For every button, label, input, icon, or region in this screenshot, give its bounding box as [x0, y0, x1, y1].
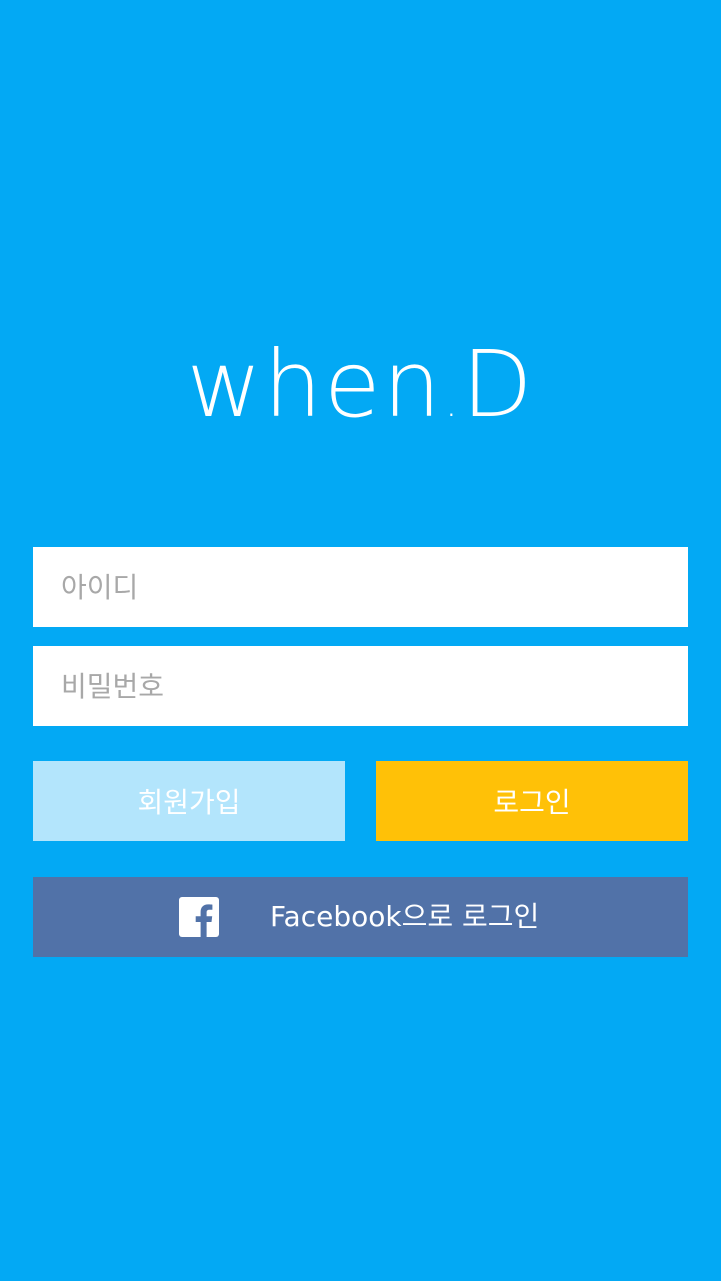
- login-button[interactable]: 로그인: [376, 761, 688, 841]
- signup-button-label: 회원가입: [137, 786, 241, 819]
- facebook-button-label: Facebook으로 로그인: [270, 900, 540, 933]
- signup-button[interactable]: 회원가입: [33, 761, 345, 841]
- logo-text-end: D: [461, 331, 535, 438]
- facebook-icon: [179, 897, 219, 937]
- facebook-login-button[interactable]: Facebook으로 로그인: [33, 877, 688, 957]
- login-screen: when.D 회원가입 로그인 Facebook으로 로그인: [0, 0, 721, 1281]
- logo-text-main: when: [186, 331, 443, 438]
- username-input[interactable]: [33, 547, 688, 627]
- logo-text-dot: .: [444, 380, 460, 426]
- app-logo: when.D: [0, 330, 721, 440]
- login-button-label: 로그인: [493, 786, 571, 819]
- password-input[interactable]: [33, 646, 688, 726]
